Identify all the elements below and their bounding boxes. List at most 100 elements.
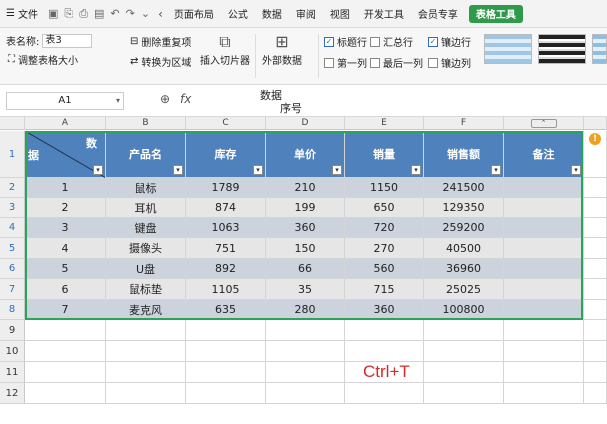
table-cell[interactable]: 2	[25, 198, 106, 218]
row-header[interactable]: 4	[0, 218, 25, 238]
name-box[interactable]: A1 ▾	[6, 92, 124, 110]
first-column-checkbox[interactable]: 第一列	[324, 55, 367, 70]
column-header-f[interactable]: F	[424, 117, 504, 130]
table-cell[interactable]	[504, 198, 584, 218]
filter-dropdown-icon[interactable]: ▾	[491, 165, 501, 175]
tab-developer[interactable]: 开发工具	[357, 0, 411, 28]
table-cell[interactable]: 麦克风	[106, 300, 186, 320]
table-cell[interactable]: 129350	[424, 198, 504, 218]
row-header[interactable]: 5	[0, 238, 25, 259]
table-cell[interactable]: 650	[345, 198, 424, 218]
table-cell[interactable]: 635	[186, 300, 266, 320]
table-cell[interactable]: 40500	[424, 238, 504, 259]
empty-cell[interactable]	[424, 341, 504, 362]
warning-icon[interactable]: !	[589, 133, 601, 145]
empty-cell[interactable]	[106, 341, 186, 362]
table-cell[interactable]	[504, 238, 584, 259]
row-header[interactable]: 2	[0, 178, 25, 198]
banded-rows-checkbox[interactable]: ✓ 镶边行	[428, 34, 471, 49]
table-cell[interactable]: 751	[186, 238, 266, 259]
save-icon[interactable]: ▣	[48, 7, 58, 20]
tab-data[interactable]: 数据	[255, 0, 289, 28]
table-cell[interactable]: 7	[25, 300, 106, 320]
convert-to-range-button[interactable]: ⇄ 转换为区域	[130, 54, 191, 69]
tab-table-tools[interactable]: 表格工具	[468, 4, 523, 23]
file-menu-button[interactable]: ☰ 文件	[0, 0, 44, 28]
empty-cell[interactable]	[584, 279, 607, 300]
empty-cell[interactable]	[345, 341, 424, 362]
column-header-b[interactable]: B	[106, 117, 186, 130]
table-cell[interactable]	[504, 279, 584, 300]
empty-cell[interactable]	[584, 320, 607, 341]
formula-input[interactable]: 数据 序号	[200, 87, 607, 115]
table-cell[interactable]: 1105	[186, 279, 266, 300]
empty-cell[interactable]	[25, 362, 106, 383]
table-cell[interactable]: U盘	[106, 259, 186, 279]
header-cell[interactable]: 销量 ▾	[345, 131, 424, 178]
empty-cell[interactable]	[584, 362, 607, 383]
empty-cell[interactable]	[266, 320, 345, 341]
table-cell[interactable]: 199	[266, 198, 345, 218]
empty-cell[interactable]	[424, 362, 504, 383]
table-cell[interactable]	[504, 178, 584, 198]
empty-cell[interactable]	[186, 320, 266, 341]
row-header[interactable]: 10	[0, 341, 25, 362]
table-cell[interactable]: 3	[25, 218, 106, 238]
filter-dropdown-icon[interactable]: ▾	[411, 165, 421, 175]
table-cell[interactable]: 715	[345, 279, 424, 300]
chevron-up-icon[interactable]: ⌃	[530, 119, 557, 128]
row-header[interactable]: 12	[0, 383, 25, 404]
header-row-checkbox[interactable]: ✓ 标题行	[324, 34, 367, 49]
table-cell[interactable]	[504, 218, 584, 238]
empty-cell[interactable]	[345, 320, 424, 341]
empty-cell[interactable]	[584, 178, 607, 198]
table-cell[interactable]: 360	[345, 300, 424, 320]
chevron-down-icon[interactable]: ▾	[116, 93, 120, 109]
empty-cell[interactable]	[584, 341, 607, 362]
empty-cell[interactable]	[266, 341, 345, 362]
empty-cell[interactable]	[504, 341, 584, 362]
table-cell[interactable]: 241500	[424, 178, 504, 198]
table-cell[interactable]: 270	[345, 238, 424, 259]
print-icon[interactable]: ▤	[94, 7, 104, 20]
fx-icon[interactable]: fx	[180, 92, 191, 106]
header-cell[interactable]: 备注 ▾	[504, 131, 584, 178]
table-cell[interactable]: 259200	[424, 218, 504, 238]
table-cell[interactable]: 耳机	[106, 198, 186, 218]
table-cell[interactable]	[504, 300, 584, 320]
tab-review[interactable]: 审阅	[289, 0, 323, 28]
table-cell[interactable]: 鼠标垫	[106, 279, 186, 300]
empty-cell[interactable]	[584, 383, 607, 404]
tab-view[interactable]: 视图	[323, 0, 357, 28]
resize-table-button[interactable]: ⛶ 调整表格大小	[8, 52, 78, 67]
table-cell[interactable]: 摄像头	[106, 238, 186, 259]
chevron-down-icon[interactable]: ⌄	[141, 7, 150, 20]
table-cell[interactable]	[504, 259, 584, 279]
empty-cell[interactable]	[584, 198, 607, 218]
print-preview-icon[interactable]: ⎙	[79, 7, 88, 21]
table-cell[interactable]: 1063	[186, 218, 266, 238]
column-header-e[interactable]: E	[345, 117, 424, 130]
table-cell[interactable]: 280	[266, 300, 345, 320]
remove-duplicates-button[interactable]: ⊟ 删除重复项	[130, 34, 191, 49]
table-cell[interactable]: 鼠标	[106, 178, 186, 198]
header-cell[interactable]: 销售额 ▾	[424, 131, 504, 178]
row-header[interactable]: 9	[0, 320, 25, 341]
undo-icon[interactable]: ↶	[110, 7, 119, 20]
empty-cell[interactable]	[504, 320, 584, 341]
table-style-thumbnail[interactable]	[538, 34, 586, 64]
empty-cell[interactable]	[584, 300, 607, 320]
table-cell[interactable]: 25025	[424, 279, 504, 300]
header-cell[interactable]: 产品名 ▾	[106, 131, 186, 178]
last-column-checkbox[interactable]: 最后一列	[370, 55, 423, 70]
filter-dropdown-icon[interactable]: ▾	[93, 165, 103, 175]
table-cell[interactable]: 874	[186, 198, 266, 218]
row-header[interactable]: 11	[0, 362, 25, 383]
redo-icon[interactable]: ↷	[126, 7, 135, 20]
empty-cell[interactable]	[186, 362, 266, 383]
table-cell[interactable]: 键盘	[106, 218, 186, 238]
table-cell[interactable]: 150	[266, 238, 345, 259]
tab-page-layout[interactable]: 页面布局	[167, 0, 221, 28]
export-icon[interactable]: ⎘	[64, 7, 73, 21]
empty-cell[interactable]	[106, 383, 186, 404]
